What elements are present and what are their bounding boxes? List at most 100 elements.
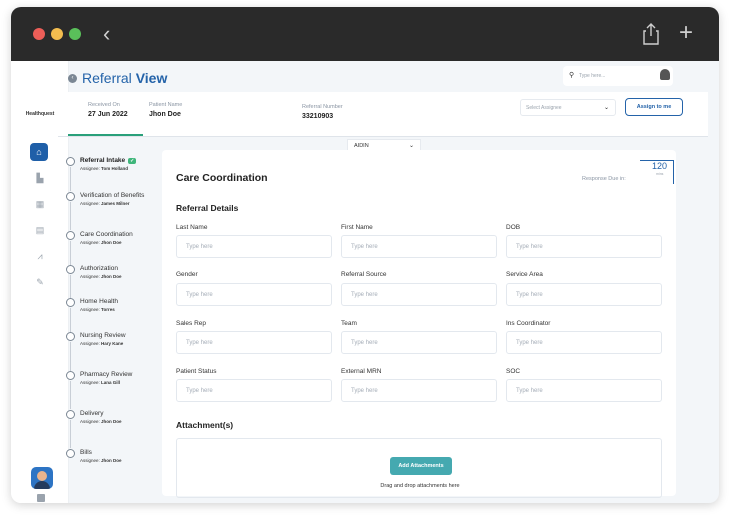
step-circle bbox=[66, 410, 75, 419]
step-assignee: Assignee: Tom Holland bbox=[80, 166, 128, 171]
chevron-down-icon: ⌄ bbox=[603, 105, 609, 111]
step-connector bbox=[70, 308, 71, 332]
step-circle bbox=[66, 265, 75, 274]
step-circle bbox=[66, 449, 75, 458]
step-name: Authorization bbox=[80, 265, 118, 272]
gender-input[interactable]: Type here bbox=[176, 283, 332, 306]
check-badge-icon: ✓ bbox=[128, 158, 137, 164]
step-connector bbox=[70, 241, 71, 265]
response-timer: 120 mins bbox=[640, 160, 674, 184]
field-label: Ins Coordinator bbox=[506, 320, 551, 327]
notification-bell-icon[interactable] bbox=[660, 69, 670, 80]
field-label: Team bbox=[341, 320, 357, 327]
step-assignee: Assignee: Hary Kane bbox=[80, 341, 124, 346]
title-bar: ‹ + bbox=[11, 7, 719, 61]
field-label: Patient Status bbox=[176, 368, 217, 375]
patient-value: Jhon Doe bbox=[149, 111, 181, 118]
first-name-input[interactable]: Type here bbox=[341, 235, 497, 258]
file-icon[interactable] bbox=[37, 494, 45, 502]
field-label: External MRN bbox=[341, 368, 382, 375]
step-assignee: Assignee: Torres bbox=[80, 307, 115, 312]
wrench-icon[interactable]: ✎ bbox=[33, 275, 47, 289]
step-circle bbox=[66, 157, 75, 166]
add-attachments-button[interactable]: Add Attachments bbox=[390, 457, 452, 475]
step-connector bbox=[70, 342, 71, 371]
step-name: Pharmacy Review bbox=[80, 371, 133, 378]
field-label: Referral Source bbox=[341, 271, 387, 278]
chart-icon[interactable]: ⩘ bbox=[33, 249, 47, 263]
step-assignee: Assignee: Jhon Doe bbox=[80, 458, 122, 463]
step-connector bbox=[70, 202, 71, 230]
share-icon[interactable] bbox=[643, 23, 659, 45]
step-assignee: Assignee: James Milner bbox=[80, 201, 130, 206]
step-name: Bills bbox=[80, 449, 92, 456]
dropzone-text: Drag and drop attachments here bbox=[380, 483, 460, 489]
step-assignee: Assignee: Jhon Doe bbox=[80, 274, 122, 279]
document-icon[interactable]: ▤ bbox=[33, 223, 47, 237]
service-area-input[interactable]: Type here bbox=[506, 283, 662, 306]
referral-source-input[interactable]: Type here bbox=[341, 283, 497, 306]
soc-input[interactable]: Type here bbox=[506, 379, 662, 402]
team-input[interactable]: Type here bbox=[341, 331, 497, 354]
field-label: DOB bbox=[506, 224, 521, 231]
step-circle bbox=[66, 192, 75, 201]
search-input[interactable]: ⚲ Type here... bbox=[563, 66, 673, 86]
field-label: First Name bbox=[341, 224, 373, 231]
field-label: Sales Rep bbox=[176, 320, 206, 327]
care-coordination-panel: Care Coordination Response Due in: 120 m… bbox=[162, 150, 676, 498]
back-chevron-icon[interactable]: ‹ bbox=[103, 20, 110, 48]
step-circle bbox=[66, 332, 75, 341]
response-due-label: Response Due in: bbox=[582, 176, 626, 182]
field-label: Service Area bbox=[506, 271, 543, 278]
received-label: Received On bbox=[88, 102, 120, 108]
back-circle-icon[interactable]: ‹ bbox=[68, 73, 77, 83]
minimize-window-button[interactable] bbox=[51, 28, 63, 40]
timer-value: 120 bbox=[652, 161, 668, 171]
step-connector bbox=[70, 420, 71, 448]
step-assignee: Assignee: Jhon Doe bbox=[80, 240, 122, 245]
building-icon[interactable]: ▙ bbox=[33, 171, 47, 185]
external-mrn-input[interactable]: Type here bbox=[341, 379, 497, 402]
step-name: Nursing Review bbox=[80, 332, 126, 339]
ins-coordinator-input[interactable]: Type here bbox=[506, 331, 662, 354]
close-window-button[interactable] bbox=[33, 28, 45, 40]
search-icon: ⚲ bbox=[569, 72, 575, 79]
step-connector bbox=[70, 381, 71, 409]
referral-number-label: Referral Number bbox=[302, 104, 343, 110]
step-name: Home Health bbox=[80, 298, 118, 305]
last-name-input[interactable]: Type here bbox=[176, 235, 332, 258]
user-avatar[interactable] bbox=[31, 467, 53, 489]
step-circle bbox=[66, 298, 75, 307]
attachments-title: Attachment(s) bbox=[176, 420, 234, 430]
new-tab-plus-icon[interactable]: + bbox=[679, 19, 693, 47]
step-connector bbox=[70, 275, 71, 299]
step-assignee: Assignee: Jhon Doe bbox=[80, 419, 122, 424]
maximize-window-button[interactable] bbox=[69, 28, 81, 40]
hospital-icon[interactable]: ▦ bbox=[33, 197, 47, 211]
step-connector bbox=[70, 167, 71, 191]
step-assignee: Assignee: Lana Gill bbox=[80, 380, 121, 385]
step-name: Verification of Benefits bbox=[80, 192, 145, 199]
patient-label: Patient Name bbox=[149, 102, 183, 108]
step-circle bbox=[66, 231, 75, 240]
attachment-dropzone[interactable]: Add Attachments Drag and drop attachment… bbox=[176, 438, 662, 498]
timer-unit: mins bbox=[656, 172, 664, 176]
step-name: Referral Intake ✓ bbox=[80, 157, 137, 164]
step-circle bbox=[66, 371, 75, 380]
page-title: ‹ Referral View bbox=[68, 70, 167, 86]
field-label: Gender bbox=[176, 271, 198, 278]
step-name: Care Coordination bbox=[80, 231, 133, 238]
home-icon[interactable]: ⌂ bbox=[30, 143, 48, 161]
assign-to-me-button[interactable]: Assign to me bbox=[625, 98, 683, 116]
referral-details-title: Referral Details bbox=[176, 203, 239, 213]
received-value: 27 Jun 2022 bbox=[88, 111, 128, 118]
step-name: Delivery bbox=[80, 410, 104, 417]
panel-title: Care Coordination bbox=[176, 172, 268, 184]
sales-rep-input[interactable]: Type here bbox=[176, 331, 332, 354]
referral-number-value: 33210903 bbox=[302, 113, 334, 120]
dob-input[interactable]: Type here bbox=[506, 235, 662, 258]
select-assignee-dropdown[interactable]: Select Assignee ⌄ bbox=[520, 99, 616, 116]
field-label: SOC bbox=[506, 368, 521, 375]
patient-status-input[interactable]: Type here bbox=[176, 379, 332, 402]
divider bbox=[58, 136, 708, 137]
